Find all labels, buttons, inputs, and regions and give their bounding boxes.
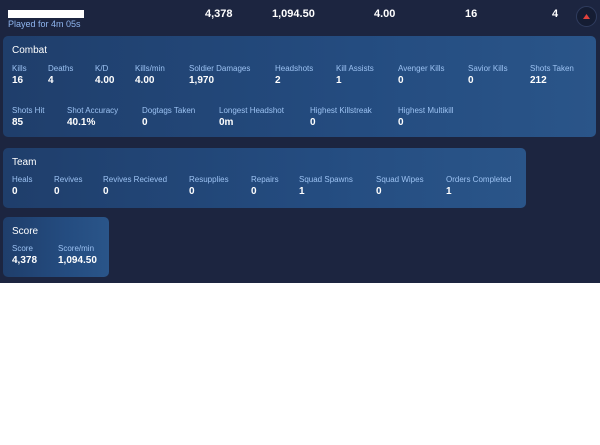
stat-value: 0 xyxy=(398,75,404,86)
stat-label: Highest Multikill xyxy=(398,106,454,115)
stat-value: 0 xyxy=(54,186,60,197)
stat-orders-completed: Orders Completed 1 xyxy=(446,175,511,198)
score-card: Score Score 4,378 Score/min 1,094.50 xyxy=(3,217,109,277)
stat-value: 40.1% xyxy=(67,117,96,128)
stat-kills: Kills 16 xyxy=(12,64,27,87)
stat-label: Score xyxy=(12,244,33,253)
stat-repairs: Repairs 0 xyxy=(251,175,279,198)
stat-squad-wipes: Squad Wipes 0 xyxy=(376,175,424,198)
stat-value: 2 xyxy=(275,75,281,86)
stat-squad-spawns: Squad Spawns 1 xyxy=(299,175,353,198)
stat-value: 85 xyxy=(12,117,24,128)
stat-highest-multikill: Highest Multikill 0 xyxy=(398,106,454,129)
stat-longest-headshot: Longest Headshot 0m xyxy=(219,106,284,129)
stat-label: Shots Taken xyxy=(530,64,574,73)
summary-deaths: 4 xyxy=(552,8,559,20)
stat-value: 0 xyxy=(103,186,109,197)
stat-value: 4 xyxy=(48,75,54,86)
stat-label: Score/min xyxy=(58,244,95,253)
stat-value: 1 xyxy=(299,186,305,197)
stat-dogtags-taken: Dogtags Taken 0 xyxy=(142,106,195,129)
summary-kills: 16 xyxy=(465,8,478,20)
stat-value: 0 xyxy=(189,186,195,197)
stat-value: 0 xyxy=(398,117,404,128)
stat-label: Kills/min xyxy=(135,64,165,73)
stat-score-per-min: Score/min 1,094.50 xyxy=(58,244,97,267)
stat-shots-hit: Shots Hit 85 xyxy=(12,106,44,129)
player-name-redacted xyxy=(8,10,84,18)
stat-value: 4,378 xyxy=(12,255,38,266)
stat-headshots: Headshots 2 xyxy=(275,64,313,87)
team-title: Team xyxy=(12,157,37,168)
stat-score: Score 4,378 xyxy=(12,244,37,267)
stat-value: 1,094.50 xyxy=(58,255,97,266)
stat-resupplies: Resupplies 0 xyxy=(189,175,229,198)
stat-label: Shots Hit xyxy=(12,106,45,115)
stat-value: 0 xyxy=(251,186,257,197)
stat-label: Soldier Damages xyxy=(189,64,251,73)
combat-title: Combat xyxy=(12,45,48,56)
team-card: Team Heals 0 Revives 0 Revives Recieved … xyxy=(3,148,526,208)
stat-label: Kills xyxy=(12,64,27,73)
stat-label: K/D xyxy=(95,64,109,73)
match-stats-panel: Played for 4m 05s 4,378 1,094.50 4.00 16… xyxy=(0,0,600,283)
stat-label: Heals xyxy=(12,175,33,184)
played-duration: Played for 4m 05s xyxy=(8,19,81,29)
stat-value: 1 xyxy=(446,186,452,197)
stat-label: Dogtags Taken xyxy=(142,106,196,115)
stat-label: Revives xyxy=(54,175,83,184)
stat-heals: Heals 0 xyxy=(12,175,32,198)
stat-highest-killstreak: Highest Killstreak 0 xyxy=(310,106,372,129)
stat-value: 4.00 xyxy=(95,75,115,86)
summary-kd: 4.00 xyxy=(374,8,396,20)
stat-label: Avenger Kills xyxy=(398,64,445,73)
combat-card: Combat Kills 16 Deaths 4 K/D 4.00 Kills/… xyxy=(3,36,596,137)
stat-deaths: Deaths 4 xyxy=(48,64,73,87)
stat-label: Squad Wipes xyxy=(376,175,424,184)
stat-savior-kills: Savior Kills 0 xyxy=(468,64,508,87)
stat-label: Headshots xyxy=(275,64,314,73)
summary-score-per-min: 1,094.50 xyxy=(272,8,315,20)
stat-revives: Revives 0 xyxy=(54,175,82,198)
stat-label: Orders Completed xyxy=(446,175,512,184)
stat-label: Savior Kills xyxy=(468,64,508,73)
summary-score: 4,378 xyxy=(205,8,233,20)
stat-value: 4.00 xyxy=(135,75,155,86)
stat-label: Squad Spawns xyxy=(299,175,353,184)
stat-label: Longest Headshot xyxy=(219,106,284,115)
stat-kd: K/D 4.00 xyxy=(95,64,114,87)
score-title: Score xyxy=(12,226,39,237)
stat-shot-accuracy: Shot Accuracy 40.1% xyxy=(67,106,118,129)
collapse-button[interactable] xyxy=(576,6,597,27)
stat-value: 0 xyxy=(468,75,474,86)
stat-kills-per-min: Kills/min 4.00 xyxy=(135,64,165,87)
chevron-up-icon xyxy=(583,14,590,19)
stat-label: Shot Accuracy xyxy=(67,106,119,115)
stat-avenger-kills: Avenger Kills 0 xyxy=(398,64,445,87)
stat-label: Deaths xyxy=(48,64,74,73)
stat-value: 0 xyxy=(142,117,148,128)
stat-value: 16 xyxy=(12,75,24,86)
stat-value: 0 xyxy=(310,117,316,128)
stat-label: Resupplies xyxy=(189,175,229,184)
stat-value: 212 xyxy=(530,75,547,86)
stat-kill-assists: Kill Assists 1 xyxy=(336,64,374,87)
stat-soldier-damages: Soldier Damages 1,970 xyxy=(189,64,250,87)
stat-value: 0 xyxy=(376,186,382,197)
stat-label: Kill Assists xyxy=(336,64,374,73)
stat-value: 1 xyxy=(336,75,342,86)
stat-value: 0 xyxy=(12,186,18,197)
stat-label: Highest Killstreak xyxy=(310,106,372,115)
stat-label: Repairs xyxy=(251,175,279,184)
stat-revives-received: Revives Recieved 0 xyxy=(103,175,167,198)
stat-value: 0m xyxy=(219,117,234,128)
stat-value: 1,970 xyxy=(189,75,215,86)
stat-label: Revives Recieved xyxy=(103,175,168,184)
summary-row: Played for 4m 05s 4,378 1,094.50 4.00 16… xyxy=(0,0,600,34)
stat-shots-taken: Shots Taken 212 xyxy=(530,64,574,87)
